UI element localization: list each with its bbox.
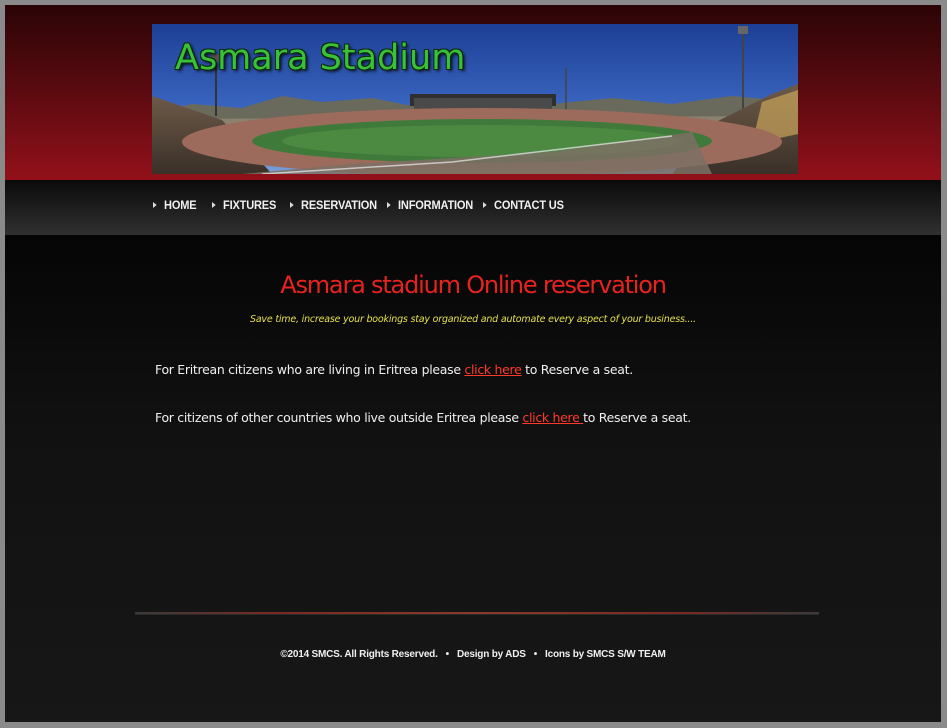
footer-icons-credit: Icons by SMCS S/W TEAM (545, 649, 666, 660)
arrow-bullet-icon (212, 202, 216, 208)
nav-information-label: INFORMATION (398, 198, 474, 212)
nav-contact-us[interactable]: CONTACT US (483, 198, 566, 212)
reservation-eritrea-text: For Eritrean citizens who are living in … (155, 362, 633, 377)
footer-design-credit: Design by ADS (456, 649, 526, 660)
footer: ©2014 SMCS. All Rights Reserved. • Design … (5, 649, 941, 660)
reservation-eritrea-link[interactable]: click here (464, 362, 521, 377)
arrow-bullet-icon (290, 202, 294, 208)
reservation-abroad-after: to Reserve a seat. (583, 410, 691, 425)
reservation-eritrea-before: For Eritrean citizens who are living in … (155, 362, 465, 377)
footer-copyright: ©2014 SMCS. All Rights Reserved. (280, 649, 438, 660)
nav-information[interactable]: INFORMATION (387, 198, 475, 212)
header: Asmara Stadium (5, 5, 941, 180)
nav-fixtures[interactable]: FIXTURES (212, 198, 284, 212)
arrow-bullet-icon (483, 202, 487, 208)
nav-home[interactable]: HOME (153, 198, 207, 212)
main-nav: HOME FIXTURES RESERVATION INFORMATION CO… (153, 198, 573, 212)
page-title: Asmara stadium Online reservation (280, 271, 667, 299)
page-frame: Asmara Stadium HOME FIXTURES RESERVATION… (5, 5, 941, 722)
nav-contact-us-label: CONTACT US (494, 198, 564, 212)
nav-reservation-label: RESERVATION (301, 198, 377, 212)
reservation-abroad-text: For citizens of other countries who live… (155, 410, 691, 425)
main-content: Asmara stadium Online reservation Save t… (5, 235, 941, 722)
nav-home-label: HOME (164, 198, 197, 212)
footer-separator: • (445, 649, 450, 660)
tagline: Save time, increase your bookings stay o… (249, 314, 696, 325)
reservation-eritrea-after: to Reserve a seat. (521, 362, 633, 377)
footer-divider (135, 612, 819, 615)
reservation-abroad-link[interactable]: click here (522, 410, 583, 425)
nav-fixtures-label: FIXTURES (223, 198, 277, 212)
banner-title: Asmara Stadium (175, 38, 466, 78)
arrow-bullet-icon (153, 202, 157, 208)
footer-separator: • (533, 649, 538, 660)
reservation-abroad-before: For citizens of other countries who live… (155, 410, 523, 425)
arrow-bullet-icon (387, 202, 391, 208)
nav-bar: HOME FIXTURES RESERVATION INFORMATION CO… (5, 180, 941, 235)
nav-reservation[interactable]: RESERVATION (290, 198, 379, 212)
stadium-banner: Asmara Stadium (152, 24, 798, 174)
